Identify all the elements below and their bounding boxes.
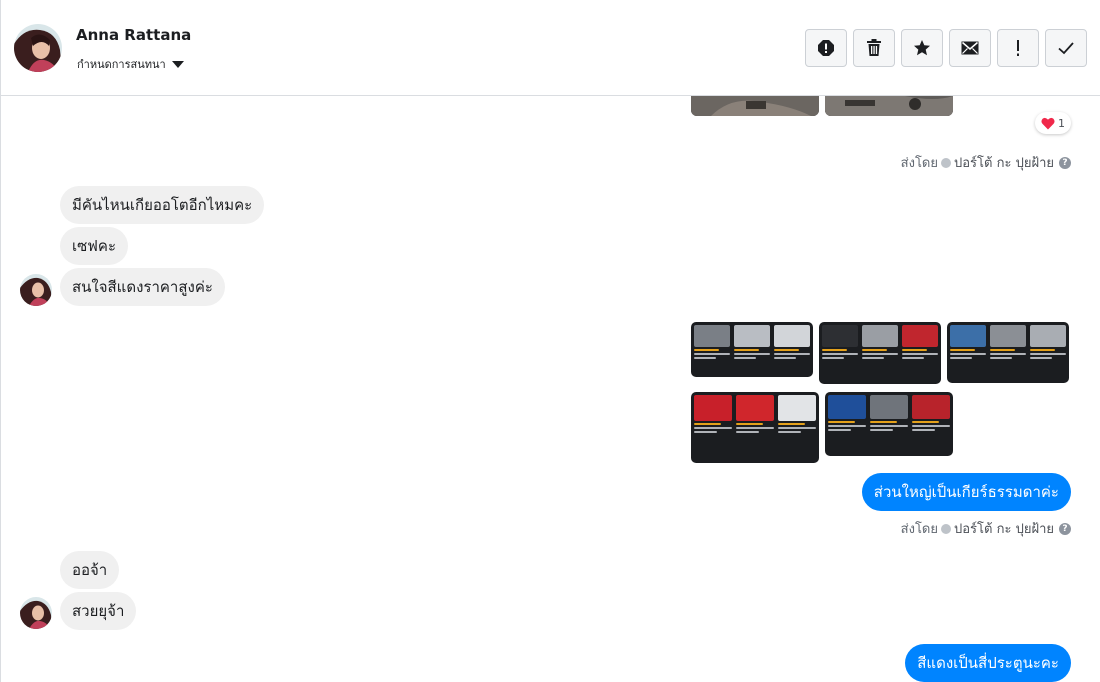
outgoing-message[interactable]: สีแดงเป็นสี่ประตูนะคะ bbox=[905, 644, 1071, 682]
sent-by-label: ส่งโดย ปอร์โต้ กะ ปุยฝ้าย ? bbox=[901, 152, 1071, 173]
conversation-status-label: กำหนดการสนทนา bbox=[77, 58, 166, 71]
message-thread[interactable]: 1 ส่งโดย ปอร์โต้ กะ ปุยฝ้าย ? มีคันไหนเก… bbox=[1, 96, 1100, 682]
admin-check-icon bbox=[941, 157, 951, 168]
help-icon[interactable]: ? bbox=[1059, 156, 1071, 169]
conversation-view: Anna Rattana กำหนดการสนทนา 1 ส่งโดย ปอร์… bbox=[0, 0, 1100, 682]
message-reaction[interactable]: 1 bbox=[1035, 112, 1071, 134]
help-icon[interactable]: ? bbox=[1059, 522, 1071, 535]
admin-name[interactable]: ปอร์โต้ กะ ปุยฝ้าย bbox=[954, 152, 1054, 173]
delete-button[interactable] bbox=[853, 29, 895, 67]
admin-name[interactable]: ปอร์โต้ กะ ปุยฝ้าย bbox=[954, 518, 1054, 539]
check-icon bbox=[1058, 42, 1074, 55]
incoming-message[interactable]: เซฟคะ bbox=[60, 227, 129, 265]
conversation-header: Anna Rattana กำหนดการสนทนา bbox=[1, 0, 1100, 96]
contact-avatar-small[interactable] bbox=[20, 274, 52, 306]
contact-name[interactable]: Anna Rattana bbox=[76, 26, 191, 44]
mark-unread-button[interactable] bbox=[949, 29, 991, 67]
outgoing-message[interactable]: ส่วนใหญ่เป็นเกียร์ธรรมดาค่ะ bbox=[861, 473, 1071, 511]
sent-by-label: ส่งโดย ปอร์โต้ กะ ปุยฝ้าย ? bbox=[901, 518, 1071, 539]
heart-icon bbox=[1041, 117, 1055, 129]
important-button[interactable] bbox=[997, 29, 1039, 67]
listing-image-attachment[interactable] bbox=[825, 392, 953, 456]
exclamation-icon bbox=[1017, 40, 1019, 56]
conversation-status-dropdown[interactable]: กำหนดการสนทนา bbox=[77, 55, 184, 73]
mark-done-button[interactable] bbox=[1045, 29, 1087, 67]
caret-down-icon bbox=[171, 60, 184, 68]
contact-avatar-small[interactable] bbox=[20, 597, 52, 629]
photo-attachment[interactable] bbox=[825, 96, 953, 116]
report-button[interactable] bbox=[805, 29, 847, 67]
incoming-message[interactable]: ออจ้า bbox=[60, 551, 120, 589]
listing-image-attachment[interactable] bbox=[947, 322, 1069, 383]
incoming-message[interactable]: มีคันไหนเกียออโตอีกไหมคะ bbox=[60, 186, 265, 224]
incoming-message[interactable]: สนใจสีแดงราคาสูงค่ะ bbox=[60, 268, 225, 306]
photo-attachment[interactable] bbox=[691, 96, 819, 116]
contact-avatar[interactable] bbox=[14, 24, 62, 72]
envelope-icon bbox=[961, 41, 979, 55]
listing-image-attachment[interactable] bbox=[691, 392, 819, 463]
star-button[interactable] bbox=[901, 29, 943, 67]
star-icon bbox=[914, 40, 930, 56]
trash-icon bbox=[867, 39, 881, 56]
admin-check-icon bbox=[941, 523, 951, 534]
conversation-toolbar bbox=[805, 29, 1087, 67]
reaction-count: 1 bbox=[1058, 116, 1065, 130]
listing-image-attachment[interactable] bbox=[691, 322, 813, 377]
alert-circle-icon bbox=[818, 40, 834, 56]
incoming-message[interactable]: สวยยุจ้า bbox=[60, 592, 137, 630]
listing-image-attachment[interactable] bbox=[819, 322, 941, 384]
